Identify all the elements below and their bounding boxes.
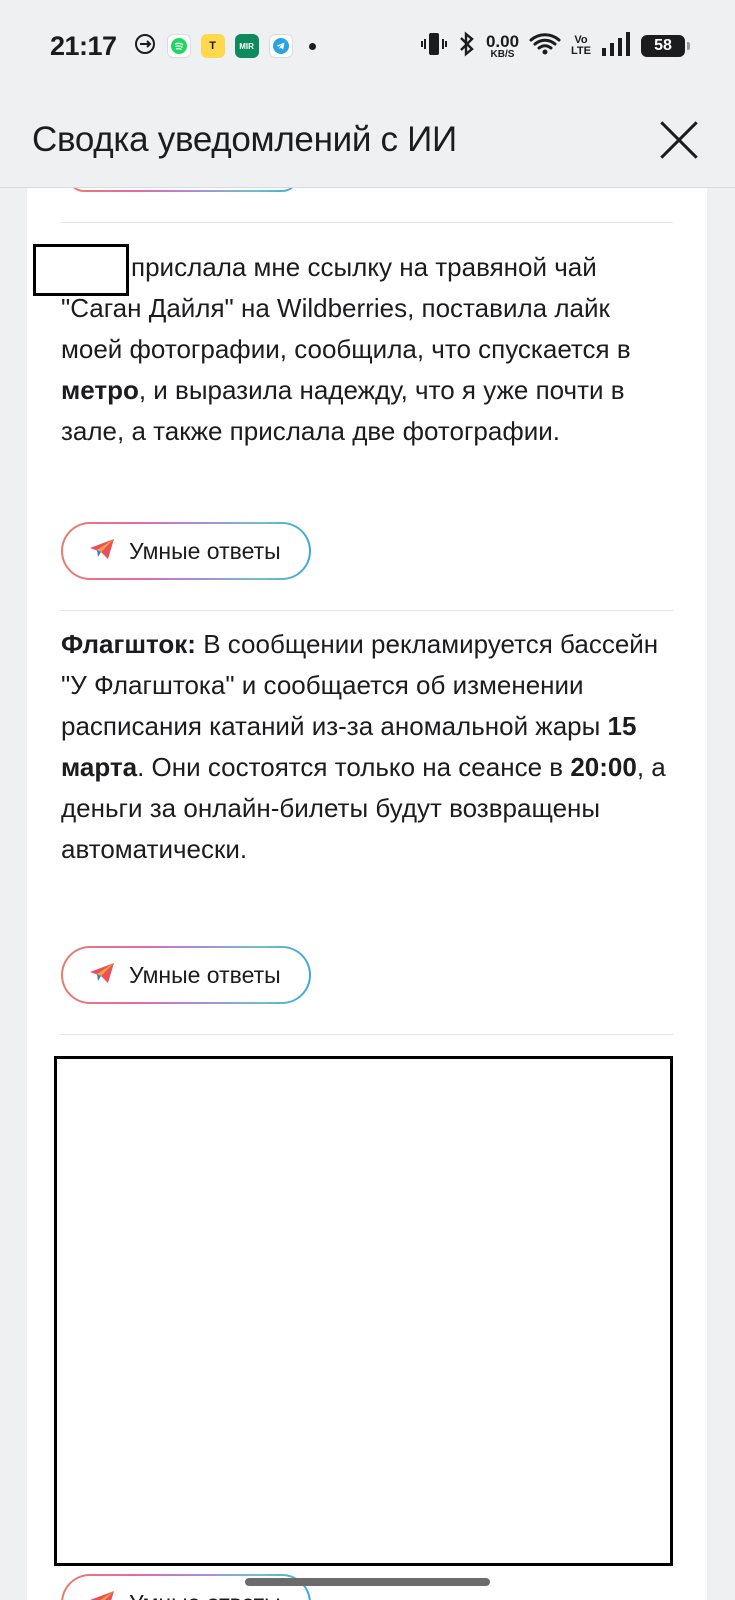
yellow-app-icon: T — [200, 34, 225, 58]
divider — [61, 1034, 673, 1035]
smart-replies-button[interactable]: Умные ответы — [61, 946, 311, 1004]
vibrate-icon — [420, 31, 448, 62]
battery-icon: 58 — [641, 35, 690, 57]
close-icon[interactable] — [655, 116, 703, 164]
summary-bold: 20:00 — [570, 752, 637, 782]
home-indicator[interactable] — [245, 1578, 490, 1586]
status-left: 21:17 T MIR — [50, 31, 316, 62]
divider — [61, 222, 673, 223]
bluetooth-icon — [458, 30, 476, 62]
redaction-box — [54, 1056, 673, 1566]
divider — [61, 610, 673, 611]
page-title: Сводка уведомлений с ИИ — [32, 119, 457, 159]
net-speed-unit: KB/S — [490, 48, 515, 60]
paper-plane-icon — [89, 962, 115, 989]
summary-item: Флагшток: В сообщении рекламируется басс… — [61, 624, 673, 870]
status-bar: 21:17 T MIR 0.00 KB/S Vo LTE 58 — [0, 0, 735, 92]
smart-replies-label: Умные ответы — [129, 961, 281, 988]
summary-text-part: . Они состоятся только на сеансе в — [137, 752, 571, 782]
clock: 21:17 — [50, 30, 117, 61]
data-saver-icon — [133, 32, 157, 61]
smart-replies-label: Умные ответы — [129, 537, 281, 564]
summary-text-part: прислала мне ссылку на травяной чай "Саг… — [61, 252, 631, 364]
telegram-icon — [268, 34, 293, 58]
summary-card: прислала мне ссылку на травяной чай "Саг… — [27, 188, 707, 1600]
summary-bold: метро — [61, 375, 139, 405]
signal-icon — [601, 31, 631, 61]
paper-plane-icon — [89, 538, 115, 565]
net-speed-value: 0.00 — [485, 31, 520, 51]
summary-sender: Флагшток: — [61, 629, 196, 659]
net-speed: 0.00 KB/S — [486, 33, 519, 60]
volte-icon: Vo LTE — [571, 35, 591, 57]
smart-replies-button[interactable]: Умные ответы — [61, 522, 311, 580]
redaction-box — [33, 244, 129, 296]
paper-plane-icon — [89, 1590, 115, 1600]
smart-replies-label: Умные ответы — [129, 1590, 281, 1600]
summary-item: прислала мне ссылку на травяной чай "Саг… — [61, 247, 673, 452]
notification-dot-icon — [308, 42, 316, 50]
summary-text: Флагшток: В сообщении рекламируется басс… — [61, 624, 673, 870]
spotify-icon — [166, 34, 191, 58]
battery-level: 58 — [654, 37, 672, 54]
summary-text: прислала мне ссылку на травяной чай "Саг… — [61, 247, 673, 452]
volte-bottom: LTE — [571, 45, 591, 57]
summary-text-part: , и выразила надежду, что я уже почти в … — [61, 375, 625, 446]
status-right: 0.00 KB/S Vo LTE 58 — [420, 30, 690, 62]
app-header: Сводка уведомлений с ИИ — [0, 92, 735, 188]
mir-pay-icon: MIR — [234, 34, 259, 58]
wifi-icon — [529, 32, 561, 61]
smart-replies-button-partial[interactable] — [67, 188, 299, 192]
